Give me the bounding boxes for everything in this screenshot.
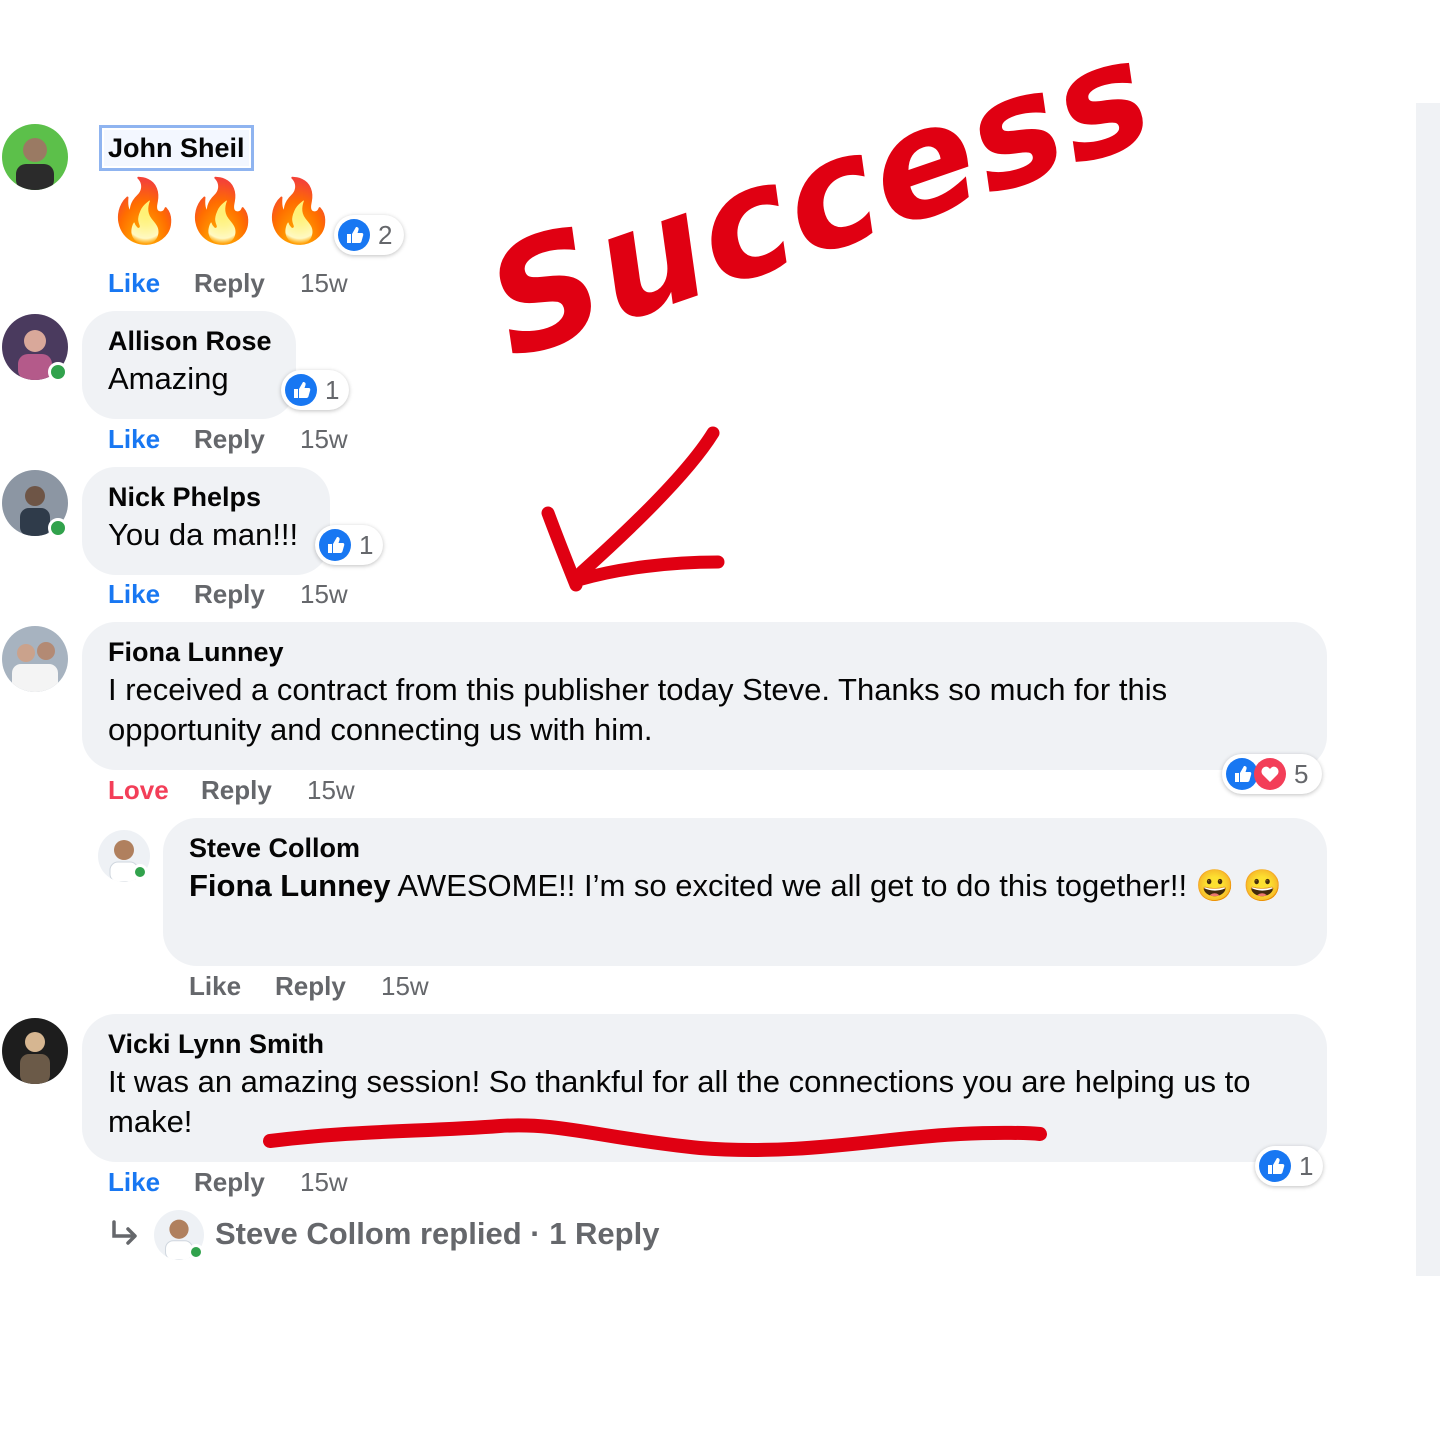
comment-author[interactable]: Allison Rose — [108, 323, 272, 359]
avatar-fiona-lunney[interactable] — [2, 626, 68, 692]
comment-author[interactable]: Nick Phelps — [108, 479, 306, 515]
reply-arrow-icon — [108, 1218, 142, 1257]
timestamp[interactable]: 15w — [300, 424, 348, 455]
comment-author[interactable]: Fiona Lunney — [108, 634, 1303, 670]
reaction-count: 5 — [1294, 758, 1309, 789]
view-replies-link[interactable]: Steve Collom replied · 1 Reply — [215, 1216, 659, 1252]
online-status — [48, 362, 68, 382]
grinning-emoji: 😀 — [1195, 868, 1235, 903]
reaction-summary[interactable]: 1 — [1255, 1146, 1323, 1186]
timestamp[interactable]: 15w — [381, 971, 429, 1002]
like-button[interactable]: Like — [108, 1167, 160, 1198]
reaction-summary[interactable]: 1 — [315, 525, 383, 565]
reaction-summary[interactable]: 1 — [281, 370, 349, 410]
timestamp[interactable]: 15w — [300, 1167, 348, 1198]
comment-text: Amazing — [108, 361, 229, 396]
comment-bubble: Nick Phelps You da man!!! — [82, 467, 330, 575]
comment-author[interactable]: Vicki Lynn Smith — [108, 1026, 1303, 1062]
like-button[interactable]: Like — [108, 424, 160, 455]
reply-text: Fiona Lunney AWESOME!! I’m so excited we… — [189, 868, 1282, 903]
reply-bubble: Steve Collom Fiona Lunney AWESOME!! I’m … — [163, 818, 1327, 966]
like-button[interactable]: Like — [108, 268, 160, 299]
fire-emojis: 🔥🔥🔥 — [106, 177, 338, 246]
reply-button[interactable]: Reply — [194, 1167, 265, 1198]
like-icon — [1259, 1150, 1291, 1182]
comment-bubble: Vicki Lynn Smith It was an amazing sessi… — [82, 1014, 1327, 1162]
comment-bubble: Fiona Lunney I received a contract from … — [82, 622, 1327, 770]
reply-button[interactable]: Reply — [201, 775, 272, 806]
reaction-count: 1 — [1299, 1150, 1314, 1181]
comment-text: It was an amazing session! So thankful f… — [108, 1064, 1251, 1139]
comment-author[interactable]: John Sheil — [99, 125, 254, 171]
comment-text: I received a contract from this publishe… — [108, 672, 1168, 747]
grinning-emoji: 😀 — [1242, 868, 1282, 903]
comment-bubble: Allison Rose Amazing — [82, 311, 296, 419]
comment-text: You da man!!! — [108, 517, 299, 552]
reaction-count: 1 — [325, 374, 340, 405]
love-button[interactable]: Love — [108, 775, 169, 806]
reply-button[interactable]: Reply — [194, 268, 265, 299]
online-status — [188, 1244, 204, 1260]
love-icon — [1254, 758, 1286, 790]
avatar-john-sheil[interactable] — [2, 124, 68, 190]
like-icon — [285, 374, 317, 406]
like-icon — [319, 529, 351, 561]
scrollbar[interactable] — [1416, 103, 1440, 1276]
timestamp[interactable]: 15w — [300, 268, 348, 299]
avatar-vicki-lynn-smith[interactable] — [2, 1018, 68, 1084]
reply-button[interactable]: Reply — [194, 424, 265, 455]
timestamp[interactable]: 15w — [307, 775, 355, 806]
reply-button[interactable]: Reply — [275, 971, 346, 1002]
reaction-count: 1 — [359, 529, 374, 560]
online-status — [132, 864, 148, 880]
reaction-summary[interactable]: 2 — [334, 215, 404, 255]
like-button[interactable]: Like — [189, 971, 241, 1002]
reaction-summary[interactable]: 5 — [1222, 754, 1322, 794]
success-annotation: Success — [467, 5, 1174, 394]
like-icon — [338, 219, 370, 251]
reply-button[interactable]: Reply — [194, 579, 265, 610]
mention-link[interactable]: Fiona Lunney — [189, 868, 391, 903]
timestamp[interactable]: 15w — [300, 579, 348, 610]
reply-author[interactable]: Steve Collom — [189, 830, 1303, 866]
like-button[interactable]: Like — [108, 579, 160, 610]
reaction-count: 2 — [378, 219, 393, 250]
online-status — [48, 518, 68, 538]
